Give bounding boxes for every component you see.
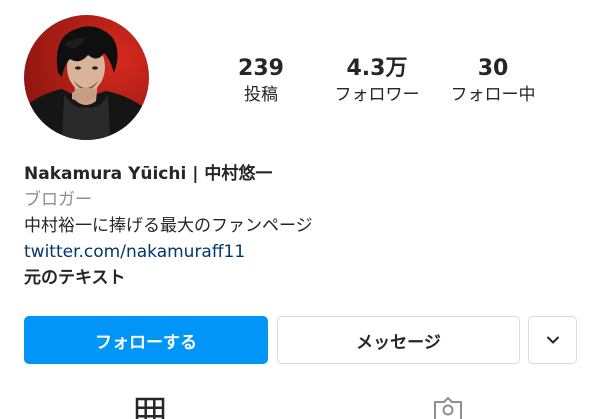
posts-label: 投稿 xyxy=(244,85,278,105)
see-original-text-link[interactable]: 元のテキスト xyxy=(24,265,584,291)
following-stat[interactable]: 30 フォロー中 xyxy=(438,56,548,106)
following-count[interactable]: 30 xyxy=(438,56,548,82)
follow-button[interactable]: フォローする xyxy=(24,316,268,364)
followers-label[interactable]: フォロワー xyxy=(322,84,432,106)
profile-link[interactable]: twitter.com/nakamuraff11 xyxy=(24,239,584,265)
tab-posts-grid[interactable] xyxy=(134,396,166,419)
tagged-photos-icon xyxy=(434,397,462,419)
tab-tagged-photos[interactable] xyxy=(432,396,464,419)
follow-button-label: フォローする xyxy=(95,332,197,353)
following-label[interactable]: フォロー中 xyxy=(438,84,548,106)
suggested-accounts-button[interactable] xyxy=(528,316,577,364)
profile-bio: Nakamura Yūichi | 中村悠一 ブロガー 中村裕一に捧げる最大のフ… xyxy=(24,161,584,291)
followers-stat[interactable]: 4.3万 フォロワー xyxy=(322,56,432,106)
profile-name: Nakamura Yūichi | 中村悠一 xyxy=(24,164,273,184)
message-button[interactable]: メッセージ xyxy=(277,316,520,364)
posts-count: 239 xyxy=(238,56,284,81)
profile-page: 239 投稿 4.3万 フォロワー 30 フォロー中 Nakamura Yūic… xyxy=(0,0,600,419)
profile-description: 中村裕一に捧げる最大のファンページ xyxy=(24,216,313,236)
profile-avatar[interactable] xyxy=(24,15,149,140)
grid-icon xyxy=(135,397,165,419)
message-button-label: メッセージ xyxy=(356,332,441,353)
avatar-image xyxy=(24,15,149,140)
followers-count[interactable]: 4.3万 xyxy=(322,56,432,82)
posts-stat: 239 投稿 xyxy=(206,56,316,106)
chevron-down-icon xyxy=(546,336,559,344)
profile-category: ブロガー xyxy=(24,190,92,210)
